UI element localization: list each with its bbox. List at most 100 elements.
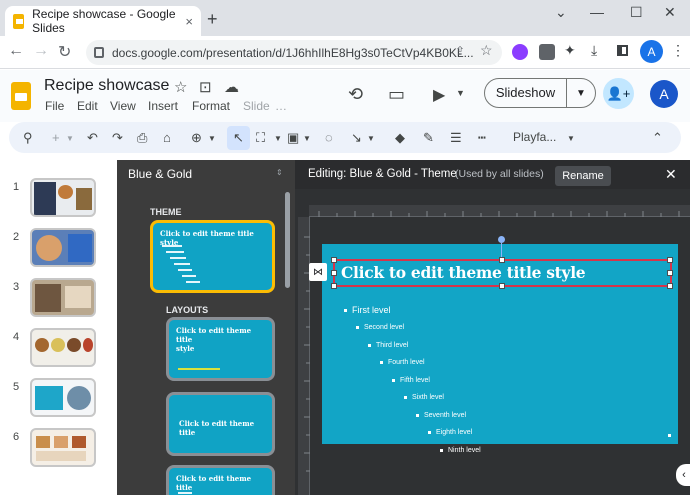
slideshow-dropdown-icon[interactable]: ▼	[567, 88, 595, 99]
resize-handle[interactable]	[667, 270, 673, 276]
body-level-6[interactable]: Sixth level	[404, 394, 444, 401]
rename-button[interactable]: Rename	[555, 166, 611, 186]
slide-thumbnail-5[interactable]	[30, 378, 96, 417]
site-info-icon[interactable]	[94, 47, 104, 58]
account-avatar[interactable]: A	[650, 80, 678, 108]
menu-edit[interactable]: Edit	[77, 99, 98, 113]
shape-icon[interactable]: ◌	[325, 130, 333, 145]
body-level-8[interactable]: Eighth level	[428, 429, 472, 436]
slide-thumbnail-3[interactable]	[30, 278, 96, 317]
window-close-button[interactable]: ✕	[664, 4, 676, 21]
menu-slide[interactable]: Slide	[243, 99, 270, 113]
resize-handle[interactable]	[331, 257, 337, 263]
slideshow-button[interactable]: Slideshow ▼	[484, 78, 596, 108]
collapse-toolbar-icon[interactable]: ⌃	[652, 130, 663, 146]
page-number-placeholder[interactable]	[668, 434, 671, 437]
body-level-1[interactable]: First level	[344, 305, 391, 315]
font-dropdown-icon[interactable]: ▼	[567, 134, 575, 143]
indent-marker-icon[interactable]: ⋈	[309, 263, 327, 281]
new-slide-dropdown-icon[interactable]: ▼	[66, 134, 74, 143]
resize-handle[interactable]	[331, 283, 337, 289]
image-icon[interactable]: ▣	[287, 130, 299, 146]
share-button[interactable]: 👤+	[603, 78, 634, 109]
move-folder-icon[interactable]: ⊡	[199, 78, 212, 96]
browser-menu-icon[interactable]: ⋮	[671, 42, 685, 59]
new-tab-button[interactable]: +	[207, 9, 218, 30]
address-bar[interactable]: docs.google.com/presentation/d/1J6hhIlhE…	[86, 40, 502, 65]
zoom-dropdown-icon[interactable]: ▼	[208, 134, 216, 143]
cloud-saved-icon[interactable]: ☁	[224, 78, 239, 96]
meet-dropdown-icon[interactable]: ▼	[456, 88, 465, 98]
zoom-icon[interactable]: ⊕	[191, 130, 202, 146]
paint-format-icon[interactable]: ⌂	[163, 130, 171, 145]
vertical-ruler[interactable]	[298, 217, 310, 495]
print-icon[interactable]: ⎙	[137, 130, 147, 146]
frame-icon[interactable]: ⛶	[256, 130, 265, 146]
select-cursor-icon[interactable]: ↖	[233, 130, 244, 146]
menu-file[interactable]: File	[45, 99, 64, 113]
tab-close-icon[interactable]: ×	[185, 14, 193, 29]
layout-card-title[interactable]: Click to edit theme title style	[166, 317, 275, 381]
body-level-4[interactable]: Fourth level	[380, 359, 425, 366]
side-panel-icon[interactable]	[617, 45, 628, 56]
body-level-3[interactable]: Third level	[368, 342, 408, 349]
theme-panel-scrollbar[interactable]	[285, 192, 290, 288]
theme-master-card[interactable]: Click to edit theme title style	[150, 220, 275, 293]
resize-handle[interactable]	[667, 257, 673, 263]
menu-format[interactable]: Format	[192, 99, 230, 113]
frame-dropdown-icon[interactable]: ▼	[274, 134, 282, 143]
bookmark-star-icon[interactable]: ☆	[480, 42, 493, 59]
extension-gray-icon[interactable]	[539, 44, 555, 60]
line-icon[interactable]: ↘	[351, 130, 362, 146]
resize-handle[interactable]	[331, 270, 337, 276]
undo-icon[interactable]: ↶	[87, 130, 98, 146]
slide-thumbnail-4[interactable]	[30, 328, 96, 367]
minimize-button[interactable]: —	[590, 4, 604, 20]
search-menus-icon[interactable]: ⚲	[23, 130, 33, 146]
border-dash-icon[interactable]: ┅	[478, 130, 486, 146]
resize-handle[interactable]	[499, 283, 505, 289]
horizontal-ruler[interactable]	[309, 205, 690, 217]
menu-insert[interactable]: Insert	[148, 99, 178, 113]
layout-card-section[interactable]: Click to edit theme title	[166, 392, 275, 456]
explore-side-panel-icon[interactable]: ‹	[676, 464, 690, 486]
browser-profile-avatar[interactable]: A	[640, 40, 663, 63]
reload-icon[interactable]: ↻	[58, 42, 71, 62]
slide-thumbnail-6[interactable]	[30, 428, 96, 467]
fill-color-icon[interactable]: ◆	[395, 130, 405, 146]
body-level-9[interactable]: Ninth level	[440, 447, 481, 454]
body-level-7[interactable]: Seventh level	[416, 412, 466, 419]
star-icon[interactable]: ☆	[174, 78, 187, 96]
download-icon[interactable]: ⤓	[591, 42, 597, 59]
line-dropdown-icon[interactable]: ▼	[367, 134, 375, 143]
maximize-button[interactable]: ☐	[630, 4, 643, 21]
version-history-icon[interactable]: ⟲	[348, 84, 363, 105]
extension-purple-icon[interactable]	[512, 44, 528, 60]
rotate-handle[interactable]	[498, 236, 505, 243]
slides-logo-icon[interactable]	[11, 82, 31, 110]
slide-thumbnail-2[interactable]	[30, 228, 96, 267]
slideshow-label[interactable]: Slideshow	[485, 79, 567, 107]
border-color-icon[interactable]: ✎	[423, 130, 434, 146]
slide-thumbnail-1[interactable]	[30, 178, 96, 217]
new-slide-icon[interactable]: +	[52, 130, 60, 145]
menu-more[interactable]: …	[275, 99, 287, 113]
extensions-puzzle-icon[interactable]: ✦	[564, 42, 576, 59]
theme-panel-sort-icon[interactable]: ⇕	[276, 168, 283, 177]
redo-icon[interactable]: ↷	[112, 130, 123, 146]
tab-search-icon[interactable]: ⌄	[555, 4, 567, 21]
font-dropdown[interactable]: Playfa...	[513, 130, 556, 144]
image-dropdown-icon[interactable]: ▼	[303, 134, 311, 143]
forward-icon[interactable]: →	[33, 42, 49, 60]
body-level-2[interactable]: Second level	[356, 324, 404, 331]
back-icon[interactable]: ←	[8, 42, 24, 60]
share-page-icon[interactable]: ⇪	[455, 44, 465, 58]
border-weight-icon[interactable]: ☰	[450, 130, 462, 146]
layout-card-body[interactable]: Click to edit theme title	[166, 465, 275, 495]
close-theme-editor-icon[interactable]: ✕	[665, 166, 677, 183]
menu-view[interactable]: View	[110, 99, 136, 113]
meet-camera-icon[interactable]: ▶	[433, 85, 445, 105]
body-level-5[interactable]: Fifth level	[392, 377, 430, 384]
resize-handle[interactable]	[667, 283, 673, 289]
document-title[interactable]: Recipe showcase	[44, 77, 169, 95]
